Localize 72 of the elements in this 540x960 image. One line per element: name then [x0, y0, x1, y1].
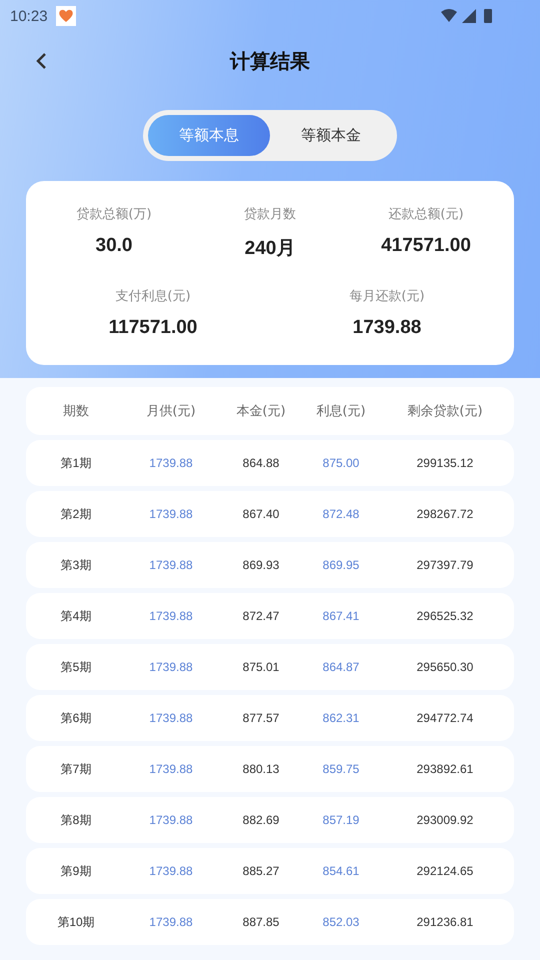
status-time: 10:23	[10, 8, 48, 24]
table-cell-text: 869.93	[242, 558, 280, 572]
table-cell-text: 第3期	[60, 556, 92, 574]
table-cell-text: 295650.30	[416, 660, 474, 674]
summary-value: 30.0	[96, 235, 132, 257]
table-cell-text: 1739.88	[148, 762, 194, 776]
summary-label: 贷款月数	[244, 206, 296, 223]
table-cell-text: 第7期	[60, 760, 92, 778]
summary-label: 每月还款(元)	[349, 288, 425, 305]
column-header: 剩余贷款(元)	[406, 403, 484, 420]
table-cell-text: 第2期	[60, 506, 92, 522]
table-cell-text: 第8期	[60, 812, 92, 828]
table-cell-text: 867.40	[242, 507, 280, 521]
table-cell-text: 864.88	[242, 456, 280, 470]
table-cell-text: 862.31	[322, 711, 360, 725]
table-cell-text: 864.87	[322, 660, 360, 674]
table-cell-text: 1739.88	[148, 558, 194, 572]
table-cell-text: 1739.88	[148, 507, 194, 521]
summary-label: 支付利息(元)	[115, 288, 191, 305]
column-header: 期数	[62, 403, 90, 420]
table-cell-text: 292124.65	[416, 864, 474, 878]
table-cell-text: 857.19	[322, 813, 360, 827]
summary-value: 117571.00	[108, 317, 198, 339]
table-cell-text: 1739.88	[148, 456, 194, 470]
tab[interactable]: 等额本金	[270, 115, 392, 156]
table-cell-text: 第1期	[60, 454, 92, 472]
summary-label: 还款总额(元)	[388, 206, 464, 223]
table-cell-text: 1739.88	[148, 813, 194, 827]
table-cell-text: 1739.88	[148, 864, 194, 878]
summary-value: 240月	[244, 237, 296, 261]
table-cell-text: 852.03	[322, 915, 360, 929]
table-cell-text: 第5期	[60, 658, 92, 676]
table-cell-text: 882.69	[242, 813, 280, 827]
table-cell-text: 第9期	[60, 862, 92, 880]
table-cell-text: 887.85	[242, 915, 280, 929]
summary-value: 1739.88	[352, 317, 422, 339]
table-cell-text: 1739.88	[148, 711, 194, 725]
battery-icon	[484, 9, 492, 23]
table-cell-text: 885.27	[242, 864, 280, 878]
summary-label: 贷款总额(万)	[76, 206, 152, 223]
table-cell-text: 1739.88	[148, 915, 194, 929]
table-cell-text: 869.95	[322, 558, 360, 572]
table-cell-text: 867.41	[322, 609, 360, 623]
table-cell-text: 875.00	[322, 456, 360, 470]
table-cell-text: 1739.88	[148, 609, 194, 623]
table-cell-text: 880.13	[242, 762, 280, 776]
table-cell-text: 1739.88	[148, 660, 194, 674]
table-cell-text: 859.75	[322, 762, 360, 776]
table-cell-text: 293009.92	[416, 813, 474, 827]
column-header: 本金(元)	[235, 403, 287, 420]
page-title: 计算结果	[230, 48, 310, 74]
table-cell-text: 299135.12	[416, 456, 474, 470]
column-header: 利息(元)	[315, 403, 367, 420]
wifi-icon	[441, 9, 457, 22]
signal-icon	[462, 9, 476, 23]
table-cell-text: 第6期	[60, 710, 92, 726]
column-header: 月供(元)	[145, 403, 197, 420]
table-cell-text: 第4期	[60, 608, 92, 624]
table-cell-text: 第10期	[56, 914, 96, 930]
table-cell-text: 877.57	[242, 711, 280, 725]
table-cell-text: 296525.32	[416, 609, 474, 623]
table-cell-text: 875.01	[242, 660, 280, 674]
table-cell-text: 872.47	[242, 609, 280, 623]
app-notification-icon	[56, 6, 76, 26]
table-cell-text: 297397.79	[416, 558, 474, 572]
table-cell-text: 291236.81	[416, 915, 474, 929]
table-cell-text: 854.61	[322, 864, 360, 878]
table-cell-text: 293892.61	[416, 762, 474, 776]
table-cell-text: 298267.72	[416, 507, 474, 521]
table-cell-text: 294772.74	[416, 711, 474, 725]
table-cell-text: 872.48	[322, 507, 360, 521]
summary-value: 417571.00	[381, 235, 471, 257]
